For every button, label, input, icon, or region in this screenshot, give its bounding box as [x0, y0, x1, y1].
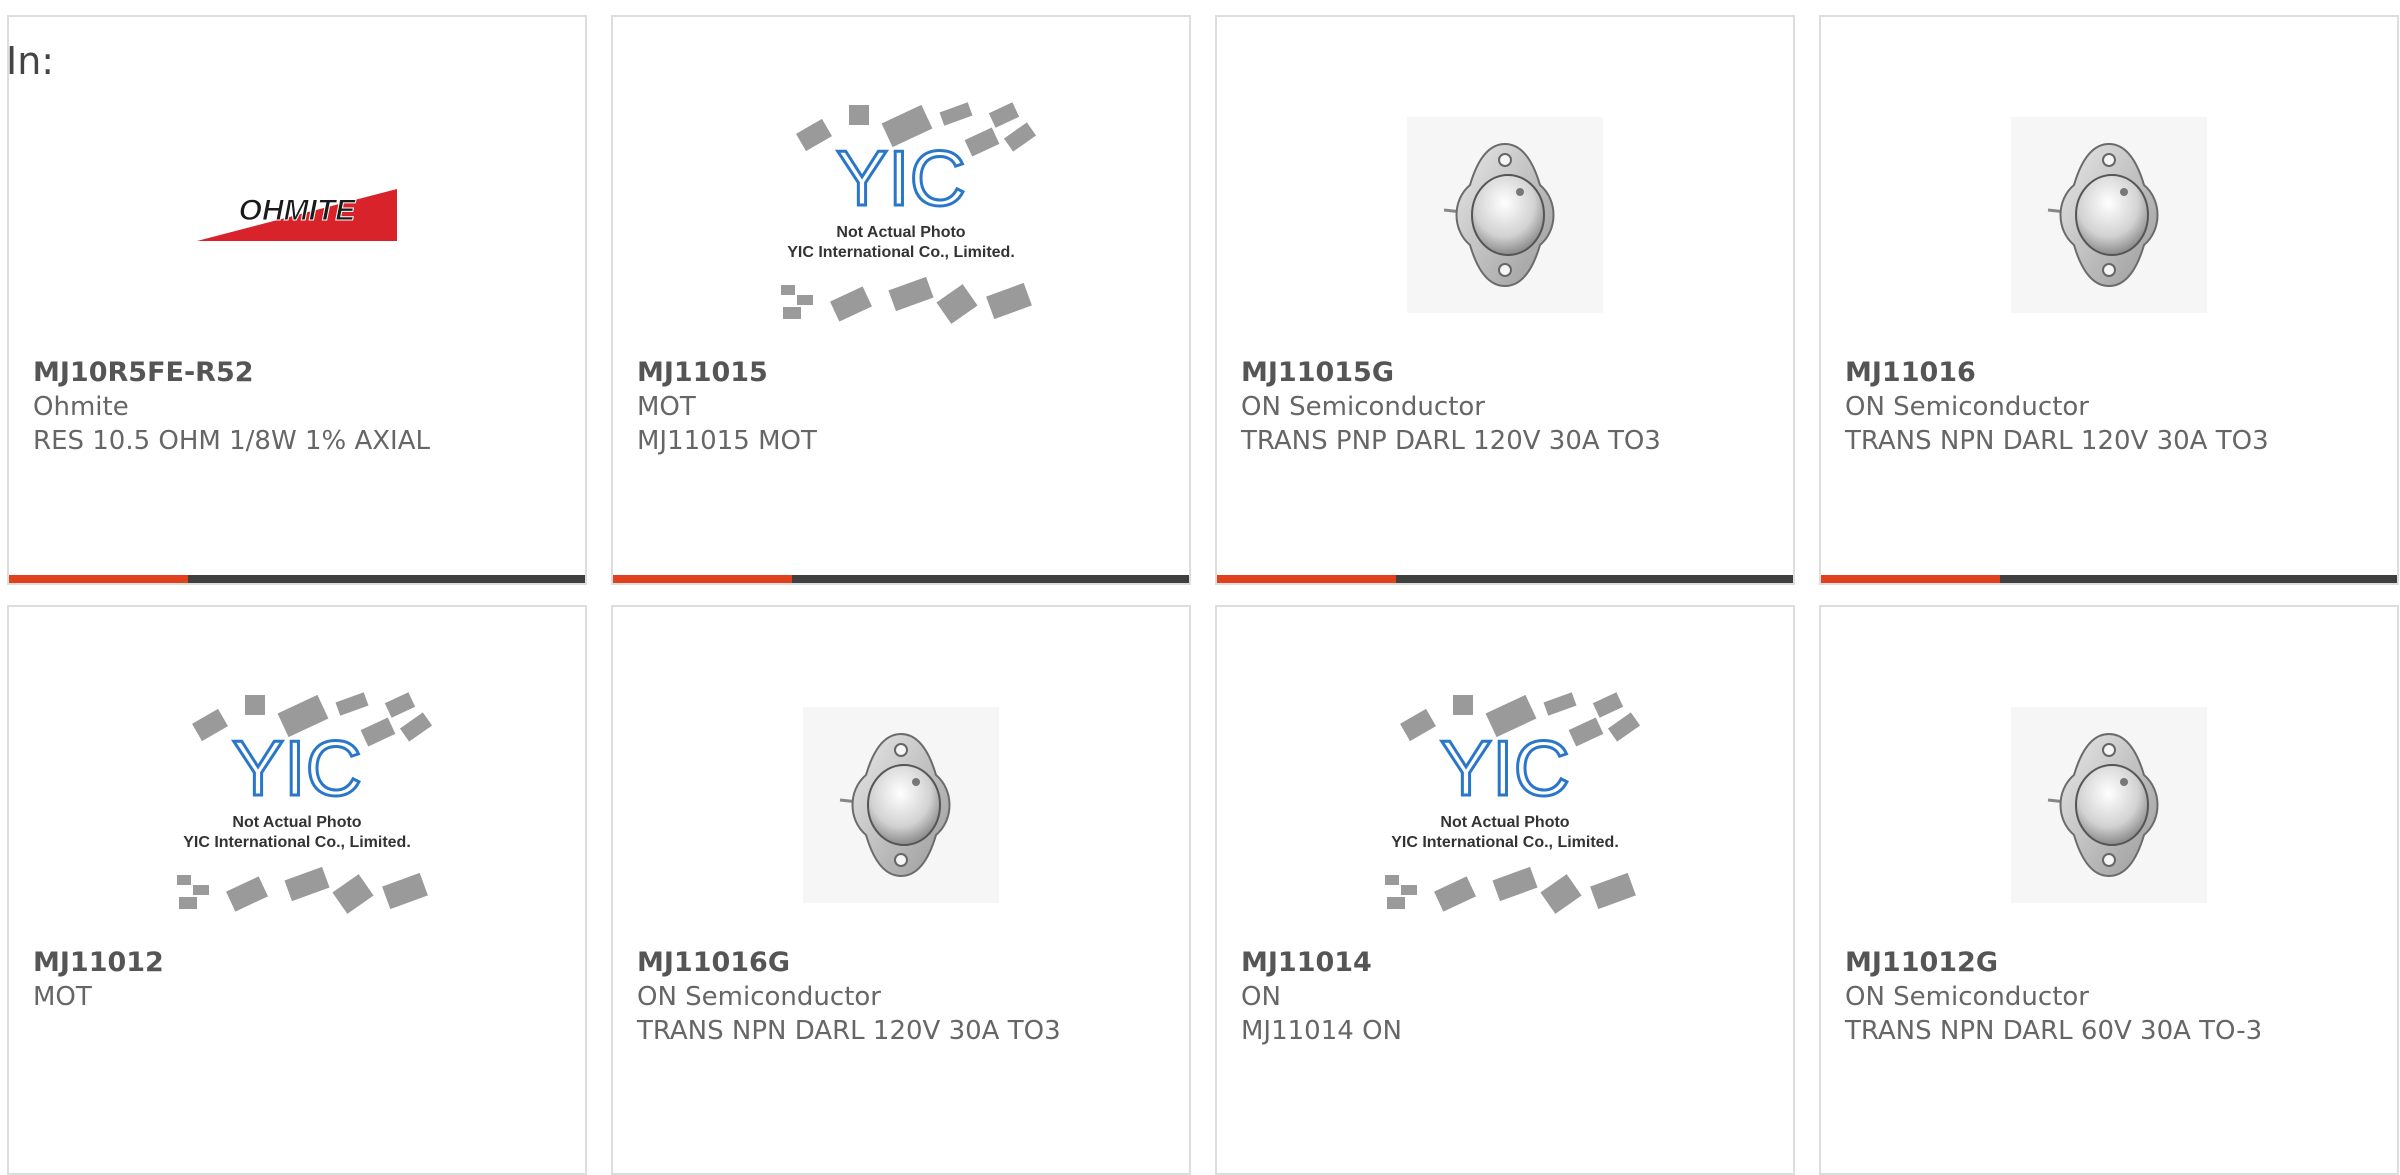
progress-track [1999, 575, 2397, 583]
product-image [1217, 67, 1793, 362]
svg-text:YIC: YIC [1440, 724, 1570, 812]
product-image [1821, 657, 2397, 952]
description: RES 10.5 OHM 1/8W 1% AXIAL [33, 426, 430, 456]
to3-transistor-photo [2011, 116, 2207, 313]
manufacturer: ON [1241, 982, 1281, 1012]
product-card[interactable]: MJ11015G ON Semiconductor TRANS PNP DARL… [1215, 15, 1795, 585]
manufacturer: ON Semiconductor [1241, 392, 1485, 422]
product-image: YIC Not Actual Photo YIC International C… [613, 67, 1189, 362]
manufacturer: MOT [33, 982, 92, 1012]
product-info: MJ11012 MOT [33, 946, 571, 1014]
yic-placeholder-logo: YIC Not Actual Photo YIC International C… [157, 685, 437, 925]
part-number[interactable]: MJ11015 [637, 356, 1175, 390]
part-number[interactable]: MJ11012 [33, 946, 571, 980]
card-progress-bar [1217, 575, 1793, 583]
to3-transistor-photo [803, 706, 999, 903]
to3-transistor-photo [2011, 706, 2207, 903]
svg-text:Not Actual Photo: Not Actual Photo [232, 814, 361, 831]
progress-track [1395, 575, 1793, 583]
progress-accent [1217, 575, 1396, 583]
manufacturer: ON Semiconductor [1845, 982, 2089, 1012]
product-info: MJ11016G ON Semiconductor TRANS NPN DARL… [637, 946, 1175, 1048]
product-image: OHMITE [9, 67, 585, 362]
product-image: YIC Not Actual Photo YIC International C… [1217, 657, 1793, 952]
progress-accent [1821, 575, 2000, 583]
product-info: MJ11014 ON MJ11014 ON [1241, 946, 1779, 1048]
part-number[interactable]: MJ11016 [1845, 356, 2383, 390]
product-info: MJ10R5FE-R52 Ohmite RES 10.5 OHM 1/8W 1%… [33, 356, 571, 458]
part-number[interactable]: MJ10R5FE-R52 [33, 356, 571, 390]
description: MJ11015 MOT [637, 426, 817, 456]
manufacturer: Ohmite [33, 392, 129, 422]
svg-text:Not Actual Photo: Not Actual Photo [836, 224, 965, 241]
product-grid: OHMITE MJ10R5FE-R52 Ohmite RES 10.5 OHM … [7, 15, 2399, 1175]
description: TRANS NPN DARL 60V 30A TO-3 [1845, 1016, 2263, 1046]
to3-transistor-photo [1407, 116, 1603, 313]
filter-label: In: [6, 39, 55, 83]
description: TRANS PNP DARL 120V 30A TO3 [1241, 426, 1661, 456]
product-card[interactable]: OHMITE MJ10R5FE-R52 Ohmite RES 10.5 OHM … [7, 15, 587, 585]
svg-text:YIC International Co., Limited: YIC International Co., Limited. [787, 244, 1015, 261]
product-info: MJ11012G ON Semiconductor TRANS NPN DARL… [1845, 946, 2383, 1048]
manufacturer: ON Semiconductor [637, 982, 881, 1012]
card-progress-bar [613, 575, 1189, 583]
svg-text:Not Actual Photo: Not Actual Photo [1440, 814, 1569, 831]
part-number[interactable]: MJ11012G [1845, 946, 2383, 980]
product-card[interactable]: MJ11012G ON Semiconductor TRANS NPN DARL… [1819, 605, 2399, 1175]
progress-accent [613, 575, 792, 583]
manufacturer: MOT [637, 392, 696, 422]
product-image [613, 657, 1189, 952]
product-card[interactable]: YIC Not Actual Photo YIC International C… [7, 605, 587, 1175]
progress-track [187, 575, 585, 583]
part-number[interactable]: MJ11014 [1241, 946, 1779, 980]
part-number[interactable]: MJ11016G [637, 946, 1175, 980]
part-number[interactable]: MJ11015G [1241, 356, 1779, 390]
product-card[interactable]: YIC Not Actual Photo YIC International C… [611, 15, 1191, 585]
product-image [1821, 67, 2397, 362]
product-info: MJ11015G ON Semiconductor TRANS PNP DARL… [1241, 356, 1779, 458]
product-card[interactable]: YIC Not Actual Photo YIC International C… [1215, 605, 1795, 1175]
product-image: YIC Not Actual Photo YIC International C… [9, 657, 585, 952]
card-progress-bar [9, 575, 585, 583]
card-progress-bar [1821, 575, 2397, 583]
product-info: MJ11015 MOT MJ11015 MOT [637, 356, 1175, 458]
description: MJ11014 ON [1241, 1016, 1402, 1046]
svg-text:OHMITE: OHMITE [239, 194, 357, 227]
svg-text:YIC: YIC [836, 134, 966, 222]
progress-track [791, 575, 1189, 583]
progress-accent [9, 575, 188, 583]
product-info: MJ11016 ON Semiconductor TRANS NPN DARL … [1845, 356, 2383, 458]
product-card[interactable]: MJ11016G ON Semiconductor TRANS NPN DARL… [611, 605, 1191, 1175]
ohmite-logo: OHMITE [197, 188, 397, 241]
manufacturer: ON Semiconductor [1845, 392, 2089, 422]
svg-text:YIC: YIC [232, 724, 362, 812]
svg-text:YIC International Co., Limited: YIC International Co., Limited. [183, 834, 411, 851]
svg-text:YIC International Co., Limited: YIC International Co., Limited. [1391, 834, 1619, 851]
product-card[interactable]: MJ11016 ON Semiconductor TRANS NPN DARL … [1819, 15, 2399, 585]
description: TRANS NPN DARL 120V 30A TO3 [637, 1016, 1061, 1046]
description: TRANS NPN DARL 120V 30A TO3 [1845, 426, 2269, 456]
yic-placeholder-logo: YIC Not Actual Photo YIC International C… [761, 95, 1041, 335]
yic-placeholder-logo: YIC Not Actual Photo YIC International C… [1365, 685, 1645, 925]
